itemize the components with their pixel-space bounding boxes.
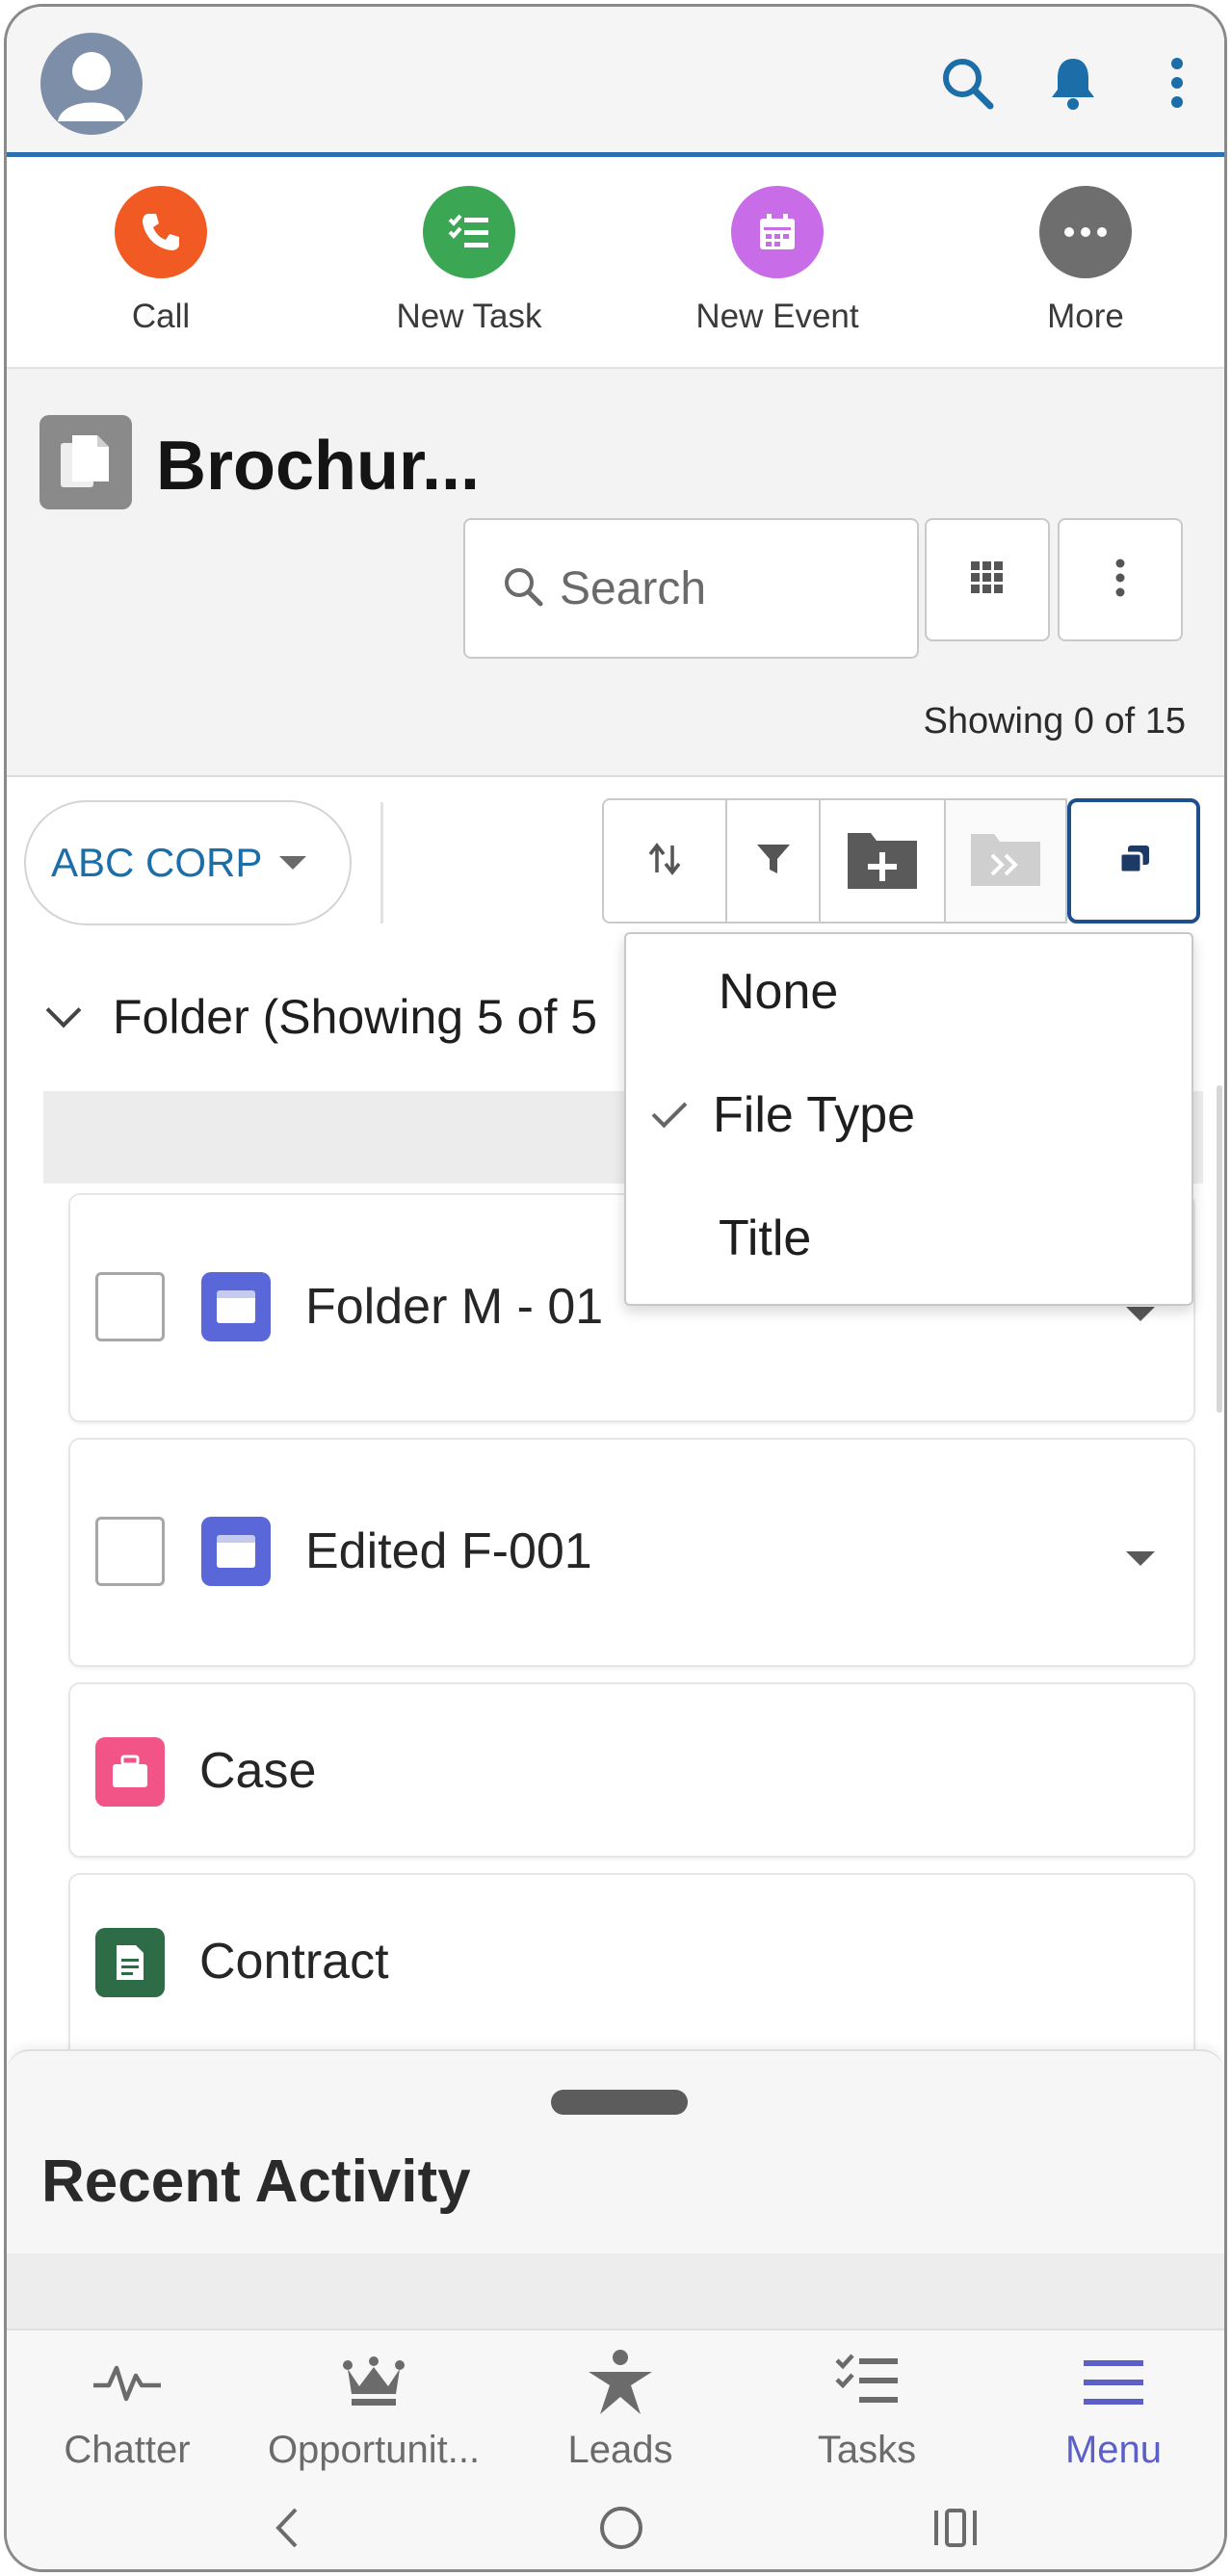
top-header [7,7,1224,157]
nav-label: Opportunit... [267,2429,481,2471]
row-title: Edited F-001 [305,1523,592,1579]
home-icon[interactable] [588,2499,655,2557]
menu-item-label: File Type [713,1087,916,1143]
list-header: Brochur... Search Showing 0 of 15 [7,369,1224,777]
filter-funnel-icon [754,840,793,883]
folder-icon [201,1517,271,1586]
stack-group-icon [1114,840,1153,883]
phone-icon [115,186,207,278]
menu-item-title[interactable]: Title [626,1183,1192,1298]
list-item[interactable]: Contract [68,1873,1195,2066]
folder-move-icon [969,828,1042,895]
new-event-label: New Event [695,298,859,335]
group-by-button[interactable] [1067,798,1200,924]
phone-frame: Call New Task New Event More Brochur... … [4,4,1227,2572]
avatar[interactable] [40,33,143,135]
list-item[interactable]: Case [68,1682,1195,1858]
system-navigation-bar [7,2478,1224,2569]
sheet-title: Recent Activity [41,2148,471,2215]
file-object-icon [39,415,132,509]
chevron-down-icon [45,992,82,1028]
section-header[interactable]: Folder (Showing 5 of 5 [43,989,597,1045]
row-title: Folder M - 01 [305,1279,604,1335]
star-person-icon [497,2346,744,2419]
recent-apps-icon[interactable] [922,2499,989,2557]
call-action[interactable]: Call [55,186,267,336]
row-checkbox[interactable] [95,1272,165,1341]
recent-activity-sheet: Recent Activity [7,2049,1224,2330]
task-icon [423,186,515,278]
quick-actions: Call New Task New Event More [7,162,1224,369]
nav-label: Menu [1064,2429,1163,2471]
nav-label: Leads [567,2429,673,2471]
toolbar-divider [380,802,383,924]
calendar-icon [731,186,824,278]
overflow-menu-icon[interactable] [1143,49,1211,117]
chevron-down-icon[interactable] [1126,1551,1155,1566]
menu-item-none[interactable]: None [626,936,1192,1052]
files-toolbar: ABC CORP [7,777,1224,950]
contract-icon [95,1928,165,1997]
nav-label: Tasks [817,2429,917,2471]
sheet-content-strip [7,2253,1224,2330]
folder-add-icon [846,825,919,898]
crown-icon [250,2346,497,2419]
nav-leads[interactable]: Leads [497,2346,744,2472]
case-icon [95,1737,165,1807]
nav-menu[interactable]: Menu [990,2346,1224,2472]
chevron-down-icon [279,856,307,870]
new-task-label: New Task [396,298,542,335]
search-icon[interactable] [933,49,1001,117]
search-box[interactable] [463,518,919,659]
row-checkbox[interactable] [95,1517,165,1586]
sort-arrows-icon [645,840,684,883]
hamburger-icon [990,2346,1224,2419]
row-title: Contract [199,1934,389,1990]
menu-item-file-type[interactable]: File Type [626,1059,1192,1175]
call-label: Call [131,298,191,335]
row-title: Case [199,1743,317,1799]
drag-handle[interactable] [551,2090,688,2115]
grid-view-icon [969,559,1006,601]
vertical-dots-icon [1115,559,1125,602]
nav-tasks[interactable]: Tasks [744,2346,990,2472]
nav-chatter[interactable]: Chatter [7,2346,250,2472]
record-count: Showing 0 of 15 [923,701,1186,742]
list-actions-button[interactable] [1058,518,1183,641]
move-to-folder-button[interactable] [946,798,1067,924]
chevron-down-icon[interactable] [1126,1307,1155,1321]
search-input[interactable] [560,561,906,615]
new-folder-button[interactable] [821,798,946,924]
more-action[interactable]: More [980,186,1192,336]
checklist-icon [744,2346,990,2419]
scope-dropdown[interactable]: ABC CORP [24,800,352,925]
menu-item-label: Title [719,1210,812,1266]
sort-button[interactable] [602,798,727,924]
nav-opportunities[interactable]: Opportunit... [250,2346,497,2472]
view-switcher-button[interactable] [925,518,1050,641]
more-dots-icon [1039,186,1132,278]
checkmark-icon [651,1092,688,1129]
page-title: Brochur... [156,428,481,505]
scope-label: ABC CORP [51,840,263,885]
new-event-action[interactable]: New Event [671,186,883,336]
menu-item-label: None [719,964,839,1020]
filter-button[interactable] [727,798,821,924]
search-icon [502,565,544,612]
back-icon[interactable] [253,2499,321,2557]
bell-icon[interactable] [1039,49,1107,117]
new-task-action[interactable]: New Task [363,186,575,336]
scrollbar[interactable] [1217,1085,1222,1413]
group-by-menu: None File Type Title [624,932,1193,1306]
folder-icon [201,1272,271,1341]
bottom-navigation: Chatter Opportunit... Leads Tasks Menu [7,2329,1224,2478]
section-title: Folder (Showing 5 of 5 [113,990,598,1044]
nav-label: Chatter [64,2429,191,2471]
list-item[interactable]: Edited F-001 [68,1438,1195,1667]
more-label: More [1047,298,1124,335]
pulse-icon [7,2346,250,2419]
